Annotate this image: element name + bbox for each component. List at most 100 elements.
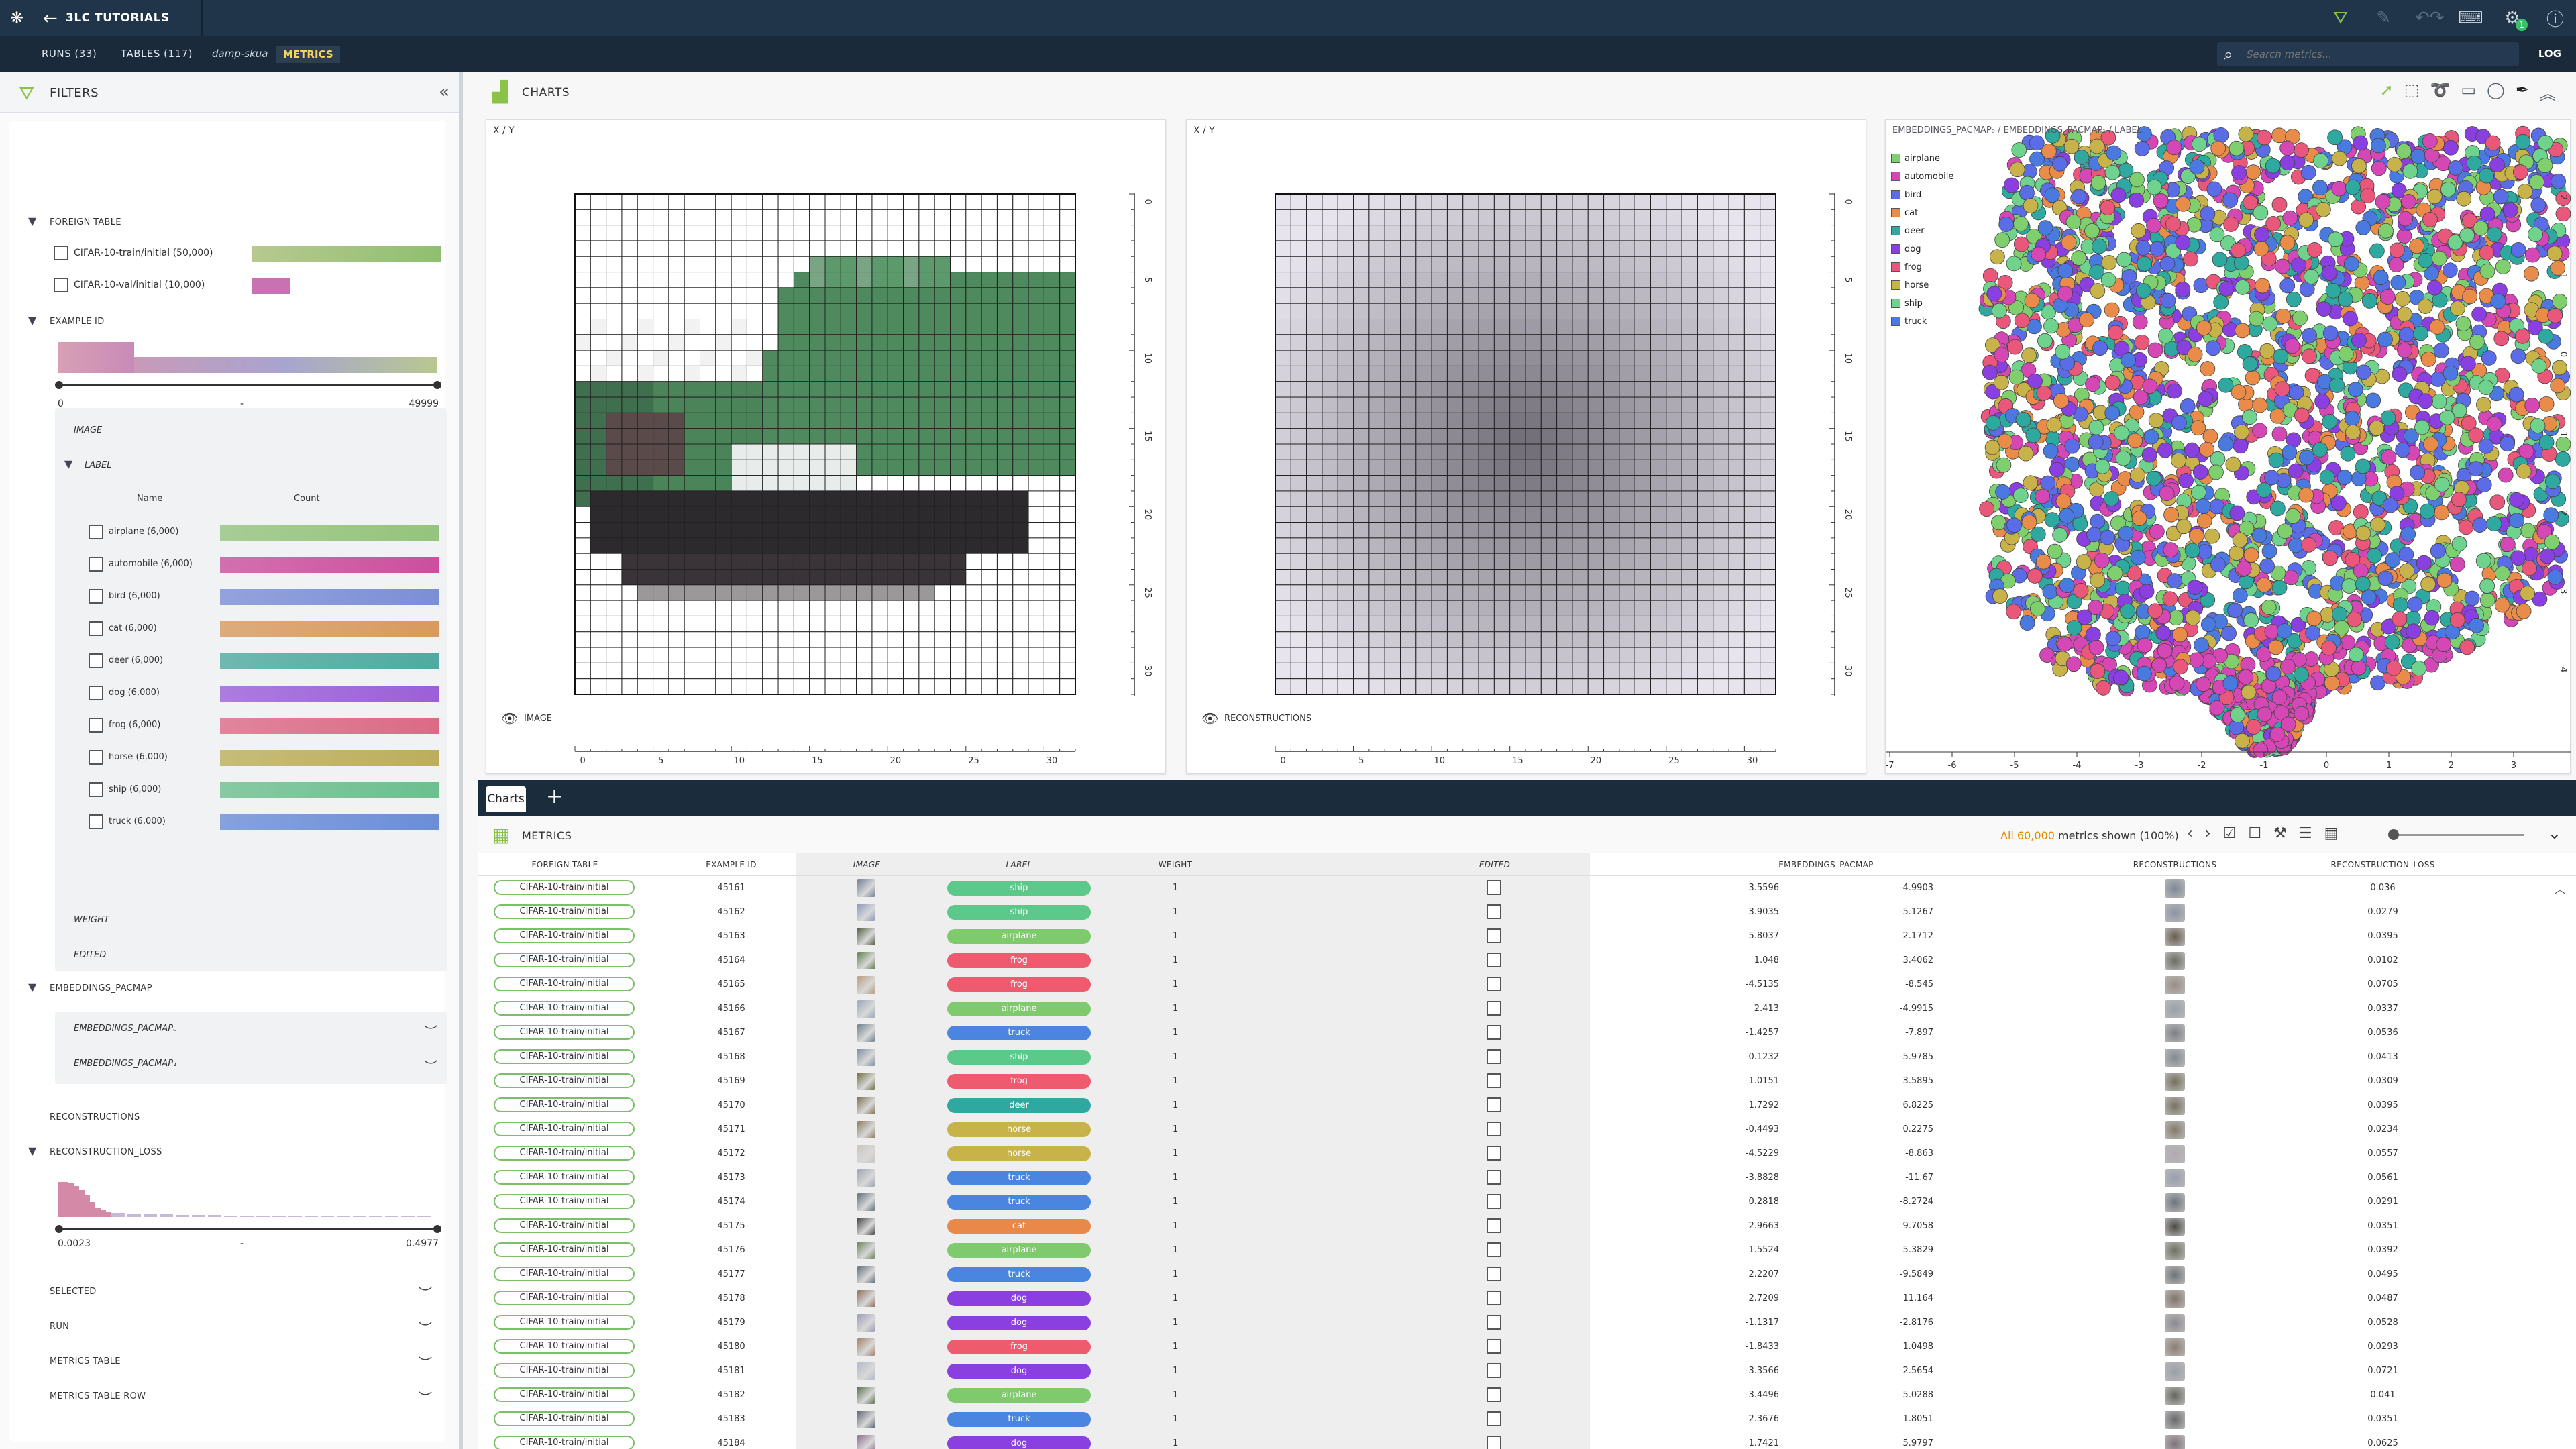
embedding-scatter-card[interactable]: -7 -6 -5 -4 -3 -2 -1 0 1 2 3 2 1 0 -1 -2 -3 -4 EMBEDDINGS… — [1885, 119, 2571, 774]
chevron-down-icon[interactable]: ︶ — [419, 1352, 432, 1372]
weight-filter-title[interactable]: WEIGHT — [74, 915, 109, 925]
filters-scroll-area[interactable]: ▼ FOREIGN TABLE CIFAR-10-train/initial (… — [9, 121, 447, 1442]
edited-filter-title[interactable]: EDITED — [74, 950, 106, 960]
label-checkbox[interactable] — [89, 525, 103, 539]
chevron-down-icon[interactable]: ︶ — [424, 1021, 437, 1040]
keyboard-icon[interactable]: ⌨ — [2458, 8, 2483, 28]
pixel-cell — [1059, 553, 1076, 570]
box-select-icon[interactable]: ▭ — [2461, 80, 2476, 104]
eye-icon[interactable]: 👁 — [501, 710, 518, 727]
embeddings-1-filter[interactable]: EMBEDDINGS_PACMAP₁ — [74, 1059, 176, 1069]
histogram-bar — [401, 1216, 415, 1217]
scatter-point — [2208, 464, 2224, 480]
pointer-tool-icon[interactable]: ➚ — [2380, 80, 2394, 104]
run-filter-title[interactable]: RUN — [50, 1322, 69, 1332]
reconstructions-filter-title[interactable]: RECONSTRUCTIONS — [50, 1112, 140, 1122]
metrics-table-filter-title[interactable]: METRICS TABLE — [50, 1356, 121, 1366]
info-icon[interactable]: ⓘ — [2544, 6, 2567, 31]
chevron-down-icon[interactable]: ︶ — [419, 1318, 432, 1337]
image-chart-card[interactable]: X / Y 0 5 10 15 20 25 30 0 5 10 15 20 25 30 👁 IMAGE — [486, 119, 1166, 774]
pixel-cell — [668, 225, 685, 241]
slider-handle-min[interactable] — [55, 1225, 63, 1233]
scatter-point — [2392, 611, 2408, 627]
pixel-cell — [1012, 443, 1029, 460]
label-checkbox[interactable] — [89, 750, 103, 765]
circle-select-icon[interactable]: ◯ — [2487, 80, 2505, 104]
search-input[interactable] — [2247, 46, 2508, 62]
label-checkbox[interactable] — [89, 686, 103, 700]
pixel-cell — [746, 287, 763, 304]
example-id-slider[interactable] — [58, 384, 439, 386]
pixel-cell — [1290, 490, 1307, 507]
reconstruction-loss-slider[interactable] — [58, 1228, 439, 1230]
pixel-cell — [1572, 537, 1589, 554]
image-filter-title[interactable]: IMAGE — [74, 425, 102, 435]
runs-link[interactable]: RUNS (33) — [42, 48, 97, 60]
slider-handle-max[interactable] — [433, 381, 441, 389]
back-arrow-icon[interactable]: ← — [43, 9, 58, 29]
metrics-tab[interactable]: METRICS — [276, 46, 340, 63]
pixel-cell — [934, 475, 951, 492]
tables-link[interactable]: TABLES (117) — [121, 48, 193, 60]
pixel-cell — [1634, 287, 1651, 304]
pixel-cell — [606, 584, 623, 601]
filter-checkbox[interactable] — [54, 246, 68, 260]
histogram-bar — [353, 1216, 366, 1217]
label-checkbox[interactable] — [89, 589, 103, 604]
reconstruction-chart-card[interactable]: X / Y 0 5 10 15 20 25 30 0 5 10 15 20 25 30 👁 RECONST… — [1186, 119, 1866, 774]
scatter-point — [1982, 268, 1998, 284]
log-button[interactable]: LOG — [2538, 48, 2561, 60]
metrics-table-row-filter-title[interactable]: METRICS TABLE ROW — [50, 1391, 146, 1401]
label-checkbox[interactable] — [89, 718, 103, 733]
collapse-up-icon[interactable]: ︽ — [2540, 80, 2556, 104]
histogram-bar — [385, 1216, 398, 1217]
embedding-scatter-plot[interactable]: -7 -6 -5 -4 -3 -2 -1 0 1 2 3210-1-2-3-4 — [1886, 120, 2571, 775]
label-checkbox[interactable] — [89, 782, 103, 797]
pixel-cell — [1384, 506, 1401, 523]
scatter-point — [2343, 256, 2359, 272]
search-box[interactable]: ⌕ — [2217, 42, 2519, 66]
app-logo-icon[interactable]: ❋ — [7, 8, 27, 28]
label-checkbox[interactable] — [89, 557, 103, 572]
pixel-cell — [1012, 631, 1029, 648]
y-tick-label: 20 — [1843, 509, 1853, 521]
expand-triangle-icon[interactable]: ▼ — [28, 215, 36, 227]
label-checkbox[interactable] — [89, 653, 103, 668]
slider-handle-max[interactable] — [433, 1225, 441, 1233]
lasso-select-icon[interactable]: ➰ — [2430, 80, 2450, 104]
expand-triangle-icon[interactable]: ▼ — [28, 981, 36, 994]
notifications-icon[interactable]: ⚙ 1 — [2501, 8, 2528, 31]
chevron-down-icon[interactable]: ︶ — [419, 1387, 432, 1407]
scatter-point — [2196, 513, 2212, 529]
reconstruction-loss-max-input[interactable]: 0.4977 — [271, 1238, 439, 1252]
chevron-down-icon[interactable]: ︶ — [419, 1283, 432, 1302]
label-checkbox[interactable] — [89, 814, 103, 829]
filter-checkbox[interactable] — [54, 278, 68, 292]
project-breadcrumb[interactable]: damp-skua — [212, 48, 268, 60]
project-title[interactable]: 3LC TUTORIALS — [66, 11, 170, 25]
expand-triangle-icon[interactable]: ▼ — [28, 314, 36, 327]
rect-select-icon[interactable]: ⬚ — [2404, 80, 2420, 104]
selected-filter-title[interactable]: SELECTED — [50, 1287, 97, 1297]
label-checkbox[interactable] — [89, 621, 103, 636]
filter-pin-icon[interactable]: ⛛ — [2329, 8, 2352, 29]
pixel-cell — [824, 428, 841, 445]
pixel-cell — [1043, 522, 1061, 539]
edit-icon[interactable]: ✎ — [2372, 8, 2395, 28]
expand-triangle-icon[interactable]: ▼ — [28, 1144, 36, 1157]
reconstruction-chart-plot[interactable]: 0 5 10 15 20 25 30051015202530 — [1187, 120, 1867, 775]
embeddings-0-filter[interactable]: EMBEDDINGS_PACMAP₀ — [74, 1024, 176, 1034]
slider-handle-min[interactable] — [55, 381, 63, 389]
pixel-cell — [1028, 256, 1044, 273]
label-filter-title[interactable]: LABEL — [85, 460, 112, 470]
magic-wand-icon[interactable]: ✒ — [2516, 80, 2529, 104]
chevron-down-icon[interactable]: ︶ — [424, 1056, 437, 1075]
image-chart-plot[interactable]: 0 5 10 15 20 25 30051015202530 — [486, 120, 1167, 775]
collapse-panel-icon[interactable]: « — [439, 82, 449, 102]
reconstruction-loss-min-input[interactable]: 0.0023 — [58, 1238, 225, 1252]
pixel-cell — [1713, 443, 1729, 460]
eye-icon[interactable]: 👁 — [1201, 710, 1218, 727]
undo-redo-icon[interactable]: ↶↷ — [2415, 8, 2445, 28]
expand-triangle-icon[interactable]: ▼ — [64, 458, 72, 470]
pixel-cell — [777, 287, 794, 304]
